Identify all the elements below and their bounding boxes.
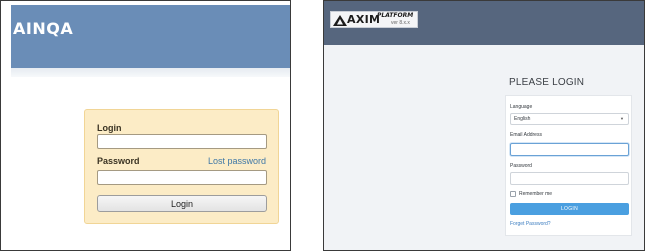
header-divider [11,68,290,77]
language-value: English [514,116,531,122]
login-label: Login [97,123,122,133]
right-header-bar: AXIM PLATFORM ver 8.x.x [324,1,644,45]
language-label: Language [510,104,533,110]
password-label: Password [97,156,140,166]
logo-version: ver 8.x.x [391,20,410,26]
login-card: Language English ▼ Email Address Passwor… [505,95,632,236]
left-header-bar: AINQA [11,5,290,68]
chevron-down-icon: ▼ [620,116,624,121]
page-title: PLEASE LOGIN [509,77,585,88]
email-input[interactable] [510,143,629,156]
password-input[interactable] [510,172,629,185]
login-input[interactable] [97,134,267,149]
remember-me-checkbox[interactable] [510,191,516,197]
lost-password-link[interactable]: Lost password [208,156,266,166]
password-input[interactable] [97,170,267,185]
logo-name: AXIM [347,13,381,26]
brand-logo: AINQA [13,19,74,38]
language-select[interactable]: English ▼ [510,113,629,125]
left-login-screen: AINQA Login Password Lost password Login [0,0,291,251]
password-label: Password [510,163,532,169]
triangle-logo-icon [333,15,347,26]
login-form: Login Password Lost password Login [84,109,279,224]
remember-me-label: Remember me [519,191,553,197]
email-label: Email Address [510,132,542,138]
login-button[interactable]: Login [97,195,267,212]
right-login-screen: AXIM PLATFORM ver 8.x.x PLEASE LOGIN Lan… [323,0,645,251]
login-button[interactable]: LOGIN [510,203,629,215]
logo-subtitle: PLATFORM [377,12,414,19]
axim-logo: AXIM PLATFORM ver 8.x.x [330,11,418,28]
forgot-password-link[interactable]: Forget Password? [510,221,551,227]
